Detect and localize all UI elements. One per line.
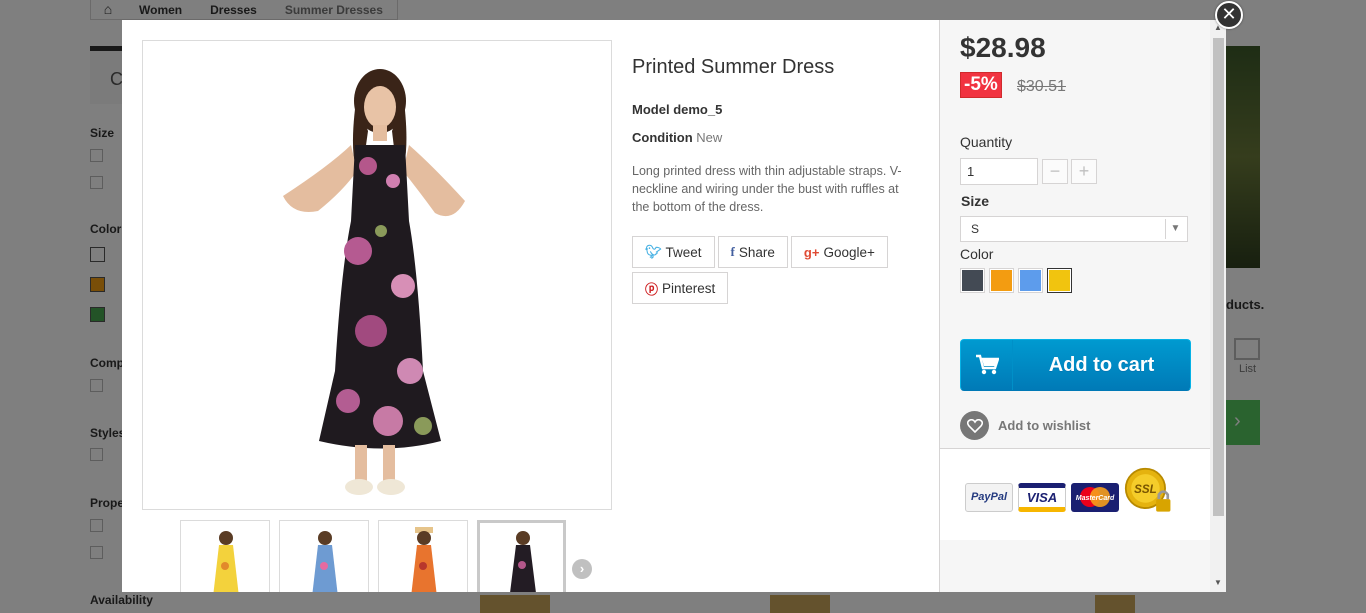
chevron-down-icon: ▼	[1165, 219, 1185, 239]
product-title: Printed Summer Dress	[632, 56, 835, 78]
payment-logos-area: PayPal VISA MasterCard SSL	[940, 448, 1210, 540]
pinterest-button[interactable]: ⓟ Pinterest	[632, 272, 729, 304]
old-price: $30.51	[1017, 78, 1066, 95]
social-share-buttons: 🐦︎ Tweet f Share g+ Google+ ⓟ Pinterest	[632, 236, 922, 304]
swatch-fill	[1020, 270, 1041, 291]
googleplus-label: Google+	[823, 244, 875, 260]
googleplus-button[interactable]: g+ Google+	[790, 236, 888, 268]
add-to-cart-label: Add to cart	[1048, 354, 1155, 376]
mastercard-text: MasterCard	[1076, 495, 1115, 502]
twitter-icon: 🐦︎	[645, 244, 662, 259]
ssl-seal-icon: SSL	[1124, 467, 1174, 517]
scroll-down-arrow-icon[interactable]: ▼	[1214, 578, 1222, 587]
quantity-label: Quantity	[960, 134, 1013, 150]
color-swatch-gray[interactable]	[960, 268, 985, 293]
thumbnail-blue-dress[interactable]	[279, 520, 369, 592]
swatch-fill	[991, 270, 1012, 291]
swatch-fill	[1049, 270, 1070, 291]
color-swatch-yellow[interactable]	[1047, 268, 1072, 293]
product-main-image[interactable]	[142, 40, 612, 510]
color-swatch-orange[interactable]	[989, 268, 1014, 293]
quantity-decrease-button[interactable]: −	[1042, 159, 1068, 184]
thumbnail-yellow-dress[interactable]	[180, 520, 270, 592]
share-label: Share	[738, 244, 775, 260]
product-condition: Condition New	[632, 130, 922, 145]
quick-view-modal: › Printed Summer Dress Model demo_5 Cond…	[122, 20, 1226, 592]
quantity-input[interactable]: 1	[960, 158, 1038, 185]
mastercard-logo: MasterCard	[1071, 482, 1119, 512]
current-price: $28.98	[960, 32, 1046, 63]
size-label: Size	[961, 193, 990, 209]
color-swatch-blue[interactable]	[1018, 268, 1043, 293]
product-info: Printed Summer Dress Model demo_5 Condit…	[632, 56, 922, 304]
pinterest-icon: ⓟ	[645, 281, 659, 297]
facebook-icon: f	[730, 244, 735, 259]
tweet-button[interactable]: 🐦︎ Tweet	[632, 236, 715, 268]
scrollbar[interactable]: ▲ ▼	[1210, 20, 1226, 592]
thumbnail-orange-dress[interactable]	[378, 520, 468, 592]
pinterest-label: Pinterest	[662, 280, 716, 296]
model-label: Model	[632, 102, 670, 117]
close-icon[interactable]: ✕	[1215, 1, 1243, 29]
dress-model-illustration	[283, 69, 465, 495]
size-selected-value: S	[971, 222, 980, 236]
paypal-logo: PayPal	[965, 482, 1013, 512]
tweet-label: Tweet	[665, 244, 702, 260]
size-select[interactable]: S ▼	[960, 216, 1188, 242]
thumbnails-next-arrow-icon[interactable]: ›	[572, 559, 592, 579]
thumbnail-strip	[180, 520, 566, 592]
product-model: Model demo_5	[632, 102, 922, 117]
model-value: demo_5	[673, 102, 723, 117]
swatch-fill	[962, 270, 983, 291]
color-swatches	[960, 268, 1072, 293]
color-label: Color	[960, 246, 994, 262]
buy-panel: $28.98 -5% $30.51 Quantity 1 − + Size S …	[939, 20, 1226, 592]
add-to-wishlist-label: Add to wishlist	[998, 418, 1091, 433]
thumbnail-black-dress[interactable]	[477, 520, 566, 592]
condition-value: New	[696, 130, 723, 145]
shopping-cart-icon	[961, 340, 1013, 390]
scrollbar-thumb[interactable]	[1213, 38, 1224, 516]
quantity-increase-button[interactable]: +	[1071, 159, 1097, 184]
googleplus-icon: g+	[803, 244, 820, 260]
product-description: Long printed dress with thin adjustable …	[632, 164, 902, 214]
share-button[interactable]: f Share	[717, 236, 788, 268]
add-to-cart-button[interactable]: Add to cart	[960, 339, 1191, 391]
condition-label: Condition	[632, 130, 693, 145]
payment-logos: PayPal VISA MasterCard SSL	[965, 467, 1174, 517]
ssl-text: SSL	[1134, 483, 1157, 496]
heart-icon	[960, 411, 989, 440]
add-to-wishlist-link[interactable]: Add to wishlist	[960, 411, 1090, 440]
visa-logo: VISA	[1018, 482, 1066, 512]
discount-badge: -5%	[960, 72, 1002, 98]
